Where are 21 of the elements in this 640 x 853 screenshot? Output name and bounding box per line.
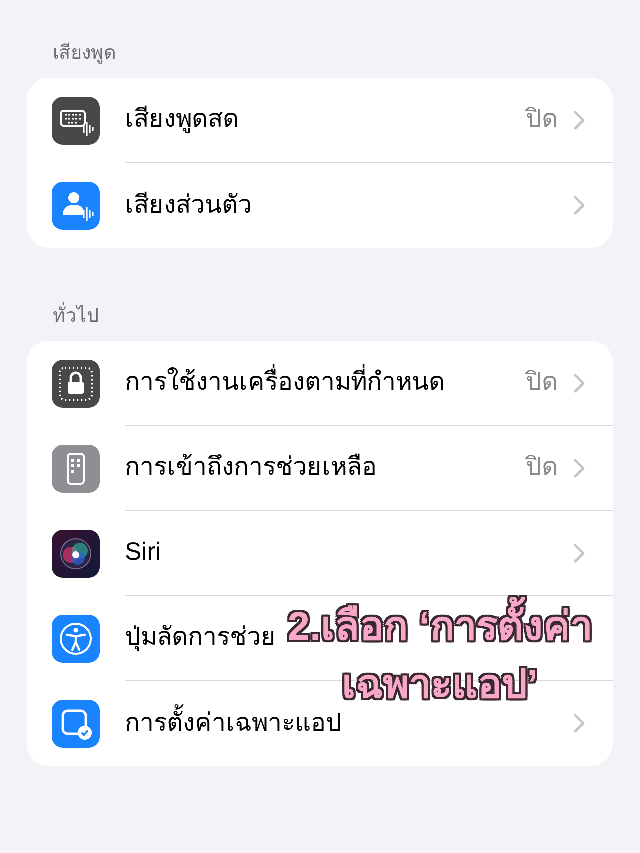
row-value: ปิด [526, 367, 558, 398]
row-label: การใช้งานเครื่องตามที่กำหนด [125, 364, 445, 402]
row-label: Siri [125, 537, 162, 568]
accessibility-icon [52, 614, 100, 662]
remote-icon [52, 444, 100, 492]
row-label: การตั้งค่าเฉพาะแอป [125, 704, 342, 742]
annotation-text: เฉพาะแอป’ [342, 662, 538, 709]
annotation-text: 2.เลือก ‘การตั้งค่า [288, 598, 592, 656]
row-label: การเข้าถึงการช่วยเหลือ [125, 452, 377, 484]
person-icon [52, 182, 100, 230]
row-value: ปิด [526, 104, 558, 136]
row-label: เสียงพูดสด [125, 104, 239, 136]
row-label: ปุ่มลัดการช่วย [125, 622, 276, 654]
lock-icon [52, 360, 100, 408]
row-label: เสียงส่วนตัว [125, 190, 252, 221]
keyboard-icon [52, 96, 100, 144]
section-header: เสียงพูด [52, 42, 117, 66]
section-header: ทั่วไป [0, 303, 640, 341]
app-check-icon [52, 700, 100, 748]
orb-icon [52, 530, 100, 578]
row-value: ปิด [526, 452, 558, 484]
